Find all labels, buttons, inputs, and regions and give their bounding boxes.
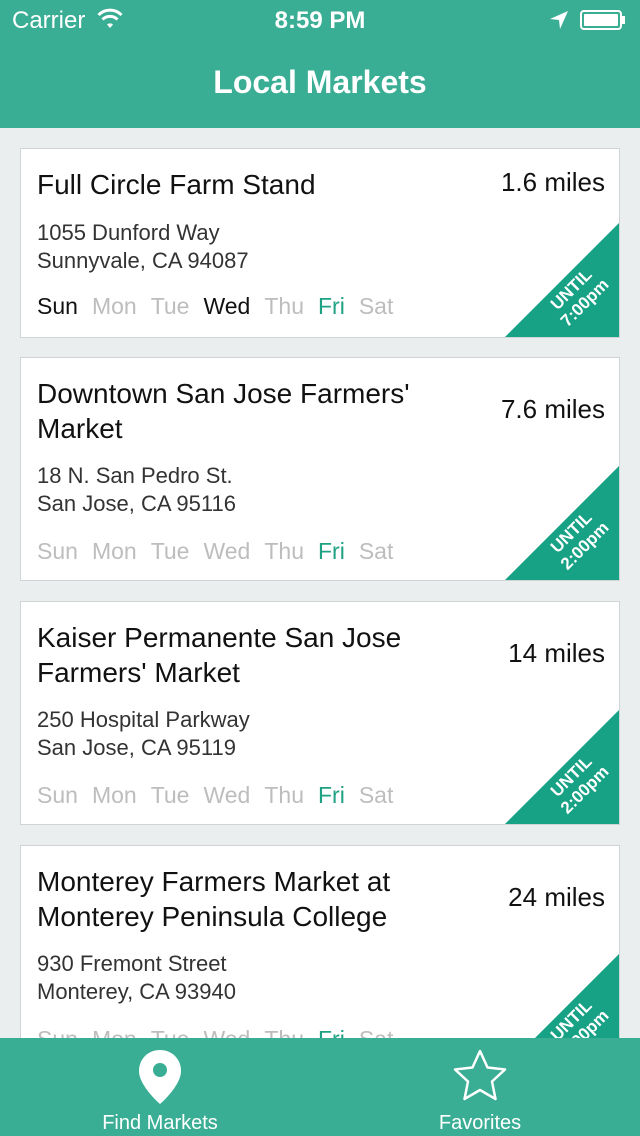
status-bar: Carrier 8:59 PM [0,0,640,40]
day-fri: Fri [318,1026,345,1038]
address-line-1: 930 Fremont Street [37,951,227,976]
page-title: Local Markets [213,64,427,100]
address-line-1: 1055 Dunford Way [37,220,220,245]
day-wed: Wed [203,782,251,808]
location-arrow-icon [550,11,568,29]
market-name: Full Circle Farm Stand [37,169,316,200]
day-fri: Fri [318,538,345,564]
address-line-1: 18 N. San Pedro St. [37,463,233,488]
market-distance: 1.6 miles [500,167,605,197]
day-thu: Thu [264,538,304,564]
day-sat: Sat [358,782,394,808]
day-fri: Fri [318,782,345,808]
market-distance: 24 miles [508,882,605,912]
day-sat: Sat [359,1026,394,1038]
market-days: Sun Mon Tue Wed Thu Fri Sat [37,293,407,320]
address-line-2: Sunnyvale, CA 94087 [37,248,249,273]
day-sun: Sun [37,782,78,808]
market-days: Sun Mon Tue Wed Thu Fri Sat [37,782,407,809]
address-line-2: San Jose, CA 95116 [37,491,236,516]
day-sat: Sat [358,293,394,319]
market-card[interactable]: Kaiser Permanente San Jose Farmers' Mark… [20,601,620,825]
day-sat: Sat [358,538,394,564]
address-line-2: San Jose, CA 95119 [37,735,236,760]
star-icon [453,1049,507,1101]
tab-label: Favorites [438,1112,522,1134]
day-wed: Wed [203,293,251,319]
battery-icon [580,10,625,30]
status-time: 8:59 PM [274,7,366,34]
day-mon: Mon [91,538,137,564]
market-distance: 7.6 miles [500,394,605,424]
day-tue: Tue [150,538,190,564]
day-mon: Mon [91,293,137,319]
day-sun: Sun [37,293,78,319]
day-mon: Mon [92,1026,137,1038]
address-line-1: 250 Hospital Parkway [37,707,250,732]
day-wed: Wed [203,538,251,564]
day-sun: Sun [37,1026,78,1038]
market-address: 250 Hospital Parkway San Jose, CA 95119 [37,706,250,762]
market-list[interactable]: Full Circle Farm Stand 1.6 miles 1055 Du… [0,128,640,1038]
market-card[interactable]: Monterey Farmers Market at Monterey Peni… [20,845,620,1038]
day-tue: Tue [150,782,190,808]
map-pin-icon [139,1050,181,1104]
day-tue: Tue [150,293,190,319]
day-thu: Thu [264,1026,304,1038]
day-wed: Wed [203,1026,250,1038]
market-days: Sun Mon Tue Wed Thu Fri Sat [37,538,407,565]
market-address: 1055 Dunford Way Sunnyvale, CA 94087 [37,219,249,275]
navigation-header: Carrier 8:59 PM Local Markets [0,0,640,128]
day-sun: Sun [37,538,78,564]
market-card[interactable]: Downtown San Jose Farmers' Market 7.6 mi… [20,357,620,581]
day-thu: Thu [264,782,304,808]
day-tue: Tue [151,1026,190,1038]
day-fri: Fri [318,293,345,319]
market-address: 18 N. San Pedro St. San Jose, CA 95116 [37,462,236,518]
tab-bar: Find Markets Favorites [0,1038,640,1136]
tab-label: Find Markets [102,1112,218,1134]
address-line-2: Monterey, CA 93940 [37,979,236,1004]
tab-favorites[interactable]: Favorites [320,1038,640,1136]
tab-find-markets[interactable]: Find Markets [0,1038,320,1136]
market-address: 930 Fremont Street Monterey, CA 93940 [37,950,236,1006]
market-distance: 14 miles [508,638,605,668]
market-days: Sun Mon Tue Wed Thu Fri Sat [37,1026,407,1038]
day-thu: Thu [264,293,304,319]
market-name: Monterey Farmers Market at Monterey Peni… [37,866,391,932]
day-mon: Mon [91,782,137,808]
market-name: Kaiser Permanente San Jose Farmers' Mark… [37,622,402,688]
market-card[interactable]: Full Circle Farm Stand 1.6 miles 1055 Du… [20,148,620,338]
market-name: Downtown San Jose Farmers' Market [37,378,410,444]
